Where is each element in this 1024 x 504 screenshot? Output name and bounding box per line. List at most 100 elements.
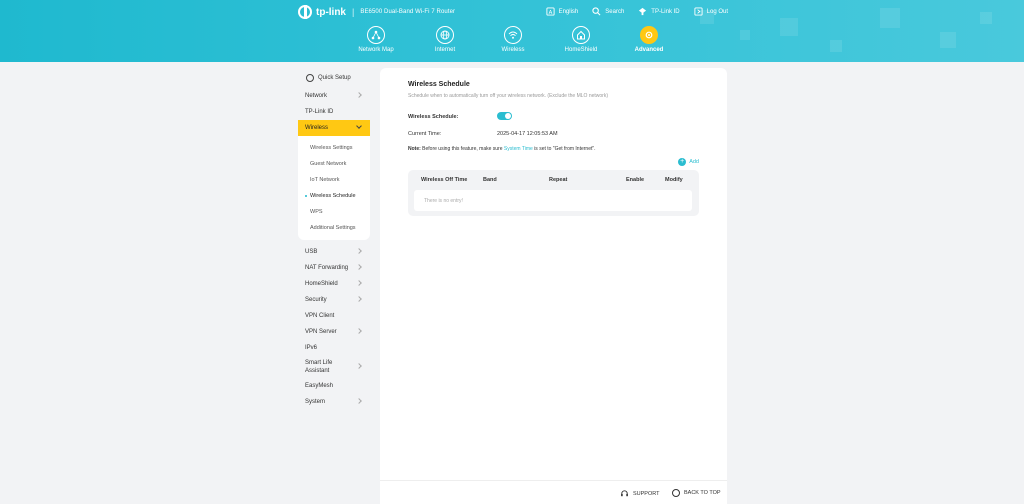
sidebar-item-label: Wireless <box>305 125 329 131</box>
language-link[interactable]: A English <box>546 7 578 16</box>
internet-globe-icon <box>436 26 454 44</box>
logout-link[interactable]: Log Out <box>694 7 728 16</box>
column-header: Repeat <box>549 177 568 183</box>
support-label: SUPPORT <box>633 490 660 497</box>
tab-network-map-label: Network Map <box>358 47 394 53</box>
sidebar-item-usb[interactable]: USB <box>298 244 370 260</box>
page-description: Schedule when to automatically turn off … <box>408 93 608 99</box>
submenu-iot-network[interactable]: IoT Network <box>298 172 370 188</box>
search-link[interactable]: Search <box>592 7 624 16</box>
submenu-wireless-schedule[interactable]: Wireless Schedule <box>298 188 370 204</box>
submenu-additional-settings[interactable]: Additional Settings <box>298 220 370 236</box>
submenu-label: WPS <box>310 209 323 215</box>
model-name: BE6500 Dual-Band Wi-Fi 7 Router <box>360 9 456 15</box>
footer: SUPPORT BACK TO TOP <box>380 480 727 504</box>
user-icon <box>639 7 647 16</box>
back-to-top-link[interactable]: BACK TO TOP <box>672 489 721 497</box>
sidebar-item-easymesh[interactable]: EasyMesh <box>298 378 370 394</box>
advanced-gear-icon <box>640 26 658 44</box>
logout-icon <box>694 7 703 16</box>
tp-link-logo-icon <box>298 5 312 19</box>
system-time-link[interactable]: System Time <box>504 146 533 152</box>
plus-icon: + <box>678 158 687 166</box>
sidebar-item-smart-life-assistant[interactable]: Smart Life Assistant <box>298 356 370 378</box>
tplink-id-link[interactable]: TP-Link ID <box>638 7 680 16</box>
sidebar-item-label: USB <box>305 249 318 255</box>
tab-advanced-label: Advanced <box>634 47 664 53</box>
submenu-guest-network[interactable]: Guest Network <box>298 156 370 172</box>
tab-network-map[interactable]: Network Map <box>346 26 406 53</box>
sidebar-item-system[interactable]: System <box>298 394 370 410</box>
sidebar-item-tplink-id[interactable]: TP-Link ID <box>298 104 370 120</box>
sidebar-item-label: VPN Server <box>305 329 337 335</box>
wireless-submenu: Wireless Settings Guest Network IoT Netw… <box>298 136 370 240</box>
sidebar-item-nat-forwarding[interactable]: NAT Forwarding <box>298 260 370 276</box>
column-header: Wireless Off Time <box>421 177 468 183</box>
submenu-label: Guest Network <box>310 161 347 167</box>
schedule-table: Wireless Off Time Band Repeat Enable Mod… <box>408 170 699 216</box>
search-label: Search <box>605 8 625 15</box>
add-button[interactable]: + Add <box>678 158 699 166</box>
chevron-right-icon <box>356 296 362 302</box>
empty-state: There is no entry! <box>414 190 692 211</box>
note-prefix: Note: <box>408 146 421 152</box>
sidebar-item-label: Security <box>305 297 327 303</box>
network-map-icon <box>367 26 385 44</box>
support-link[interactable]: SUPPORT <box>620 489 660 498</box>
svg-text:A: A <box>548 10 552 16</box>
column-header: Modify <box>665 177 683 183</box>
tab-homeshield[interactable]: HomeShield <box>551 26 611 53</box>
sidebar: Quick Setup Network TP-Link ID Wireless … <box>298 68 370 410</box>
tab-wireless-label: Wireless <box>501 47 525 53</box>
current-time-row: Current Time: 2025-04-17 12:05:53 AM <box>408 131 558 137</box>
submenu-wireless-settings[interactable]: Wireless Settings <box>298 140 370 156</box>
chevron-down-icon <box>356 123 362 129</box>
sidebar-item-label: NAT Forwarding <box>305 265 349 271</box>
logout-label: Log Out <box>706 8 728 15</box>
sidebar-item-ipv6[interactable]: IPv6 <box>298 340 370 356</box>
sidebar-item-label: System <box>305 399 326 405</box>
sidebar-item-label: HomeShield <box>305 281 338 287</box>
current-time-value: 2025-04-17 12:05:53 AM <box>497 131 558 137</box>
header-bar: tp-link | BE6500 Dual-Band Wi-Fi 7 Route… <box>0 0 1024 62</box>
sidebar-item-network[interactable]: Network <box>298 88 370 104</box>
headset-icon <box>621 490 628 497</box>
tab-internet[interactable]: Internet <box>415 26 475 53</box>
brand-name: tp-link <box>316 6 346 18</box>
sidebar-item-homeshield[interactable]: HomeShield <box>298 276 370 292</box>
sidebar-item-label: Smart Life Assistant <box>305 360 333 374</box>
sidebar-quick-setup[interactable]: Quick Setup <box>298 68 370 88</box>
submenu-label: Wireless Settings <box>310 145 353 151</box>
brand-separator: | <box>352 7 355 17</box>
quick-setup-label: Quick Setup <box>318 75 351 81</box>
submenu-wps[interactable]: WPS <box>298 204 370 220</box>
chevron-right-icon <box>356 280 362 286</box>
note: Note: Before using this feature, make su… <box>408 146 596 152</box>
quick-setup-gear-icon <box>306 74 314 82</box>
sidebar-item-label: VPN Client <box>305 313 335 319</box>
sidebar-item-label: TP-Link ID <box>305 109 334 115</box>
content-card: Wireless Schedule Schedule when to autom… <box>380 68 727 504</box>
back-to-top-label: BACK TO TOP <box>684 490 721 496</box>
sidebar-item-label: EasyMesh <box>305 383 334 389</box>
sidebar-item-wireless[interactable]: Wireless <box>298 120 370 136</box>
home-shield-icon <box>572 26 590 44</box>
column-header: Enable <box>626 177 645 183</box>
sidebar-item-vpn-server[interactable]: VPN Server <box>298 324 370 340</box>
tplink-id-label: TP-Link ID <box>651 8 680 15</box>
tab-wireless[interactable]: Wireless <box>483 26 543 53</box>
schedule-label: Wireless Schedule: <box>408 114 459 120</box>
tab-advanced[interactable]: Advanced <box>619 26 679 53</box>
submenu-label: Wireless Schedule <box>310 193 356 199</box>
wifi-icon <box>504 26 522 44</box>
top-links: A English Search TP-Link ID Log Out <box>546 7 728 16</box>
sidebar-item-vpn-client[interactable]: VPN Client <box>298 308 370 324</box>
wireless-schedule-toggle[interactable] <box>497 112 512 120</box>
tab-homeshield-label: HomeShield <box>564 47 598 53</box>
arrow-up-icon <box>672 489 680 497</box>
globe-icon: A <box>546 7 555 16</box>
sidebar-item-label: Network <box>305 93 328 99</box>
sidebar-item-security[interactable]: Security <box>298 292 370 308</box>
brand: tp-link | BE6500 Dual-Band Wi-Fi 7 Route… <box>298 5 455 19</box>
tab-internet-label: Internet <box>434 47 456 53</box>
